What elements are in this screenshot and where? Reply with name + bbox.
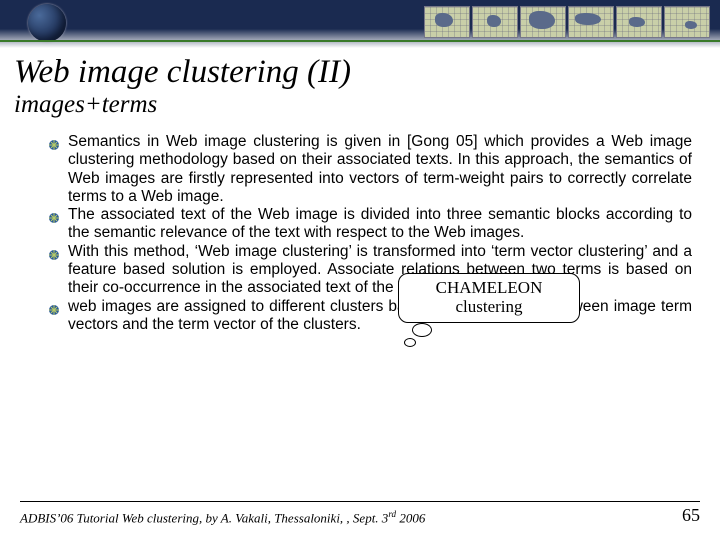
- banner: [0, 0, 720, 48]
- bullet-text: The associated text of the Web image is …: [68, 206, 692, 243]
- bullet-icon: [46, 302, 68, 318]
- slide-title: Web image clustering (II): [14, 54, 720, 91]
- list-item: Semantics in Web image clustering is giv…: [46, 133, 692, 206]
- bullet-icon: [46, 210, 68, 226]
- bullet-icon: [46, 247, 68, 263]
- bullet-list: Semantics in Web image clustering is giv…: [46, 133, 692, 334]
- divider: [0, 40, 720, 42]
- bullet-text: Semantics in Web image clustering is giv…: [68, 133, 692, 206]
- map-icon: [616, 6, 662, 38]
- list-item: With this method, ‘Web image clustering’…: [46, 243, 692, 298]
- bullet-text: web images are assigned to different clu…: [68, 298, 692, 335]
- map-icon: [664, 6, 710, 38]
- list-item: The associated text of the Web image is …: [46, 206, 692, 243]
- footer: ADBIS’06 Tutorial Web clustering, by A. …: [20, 505, 700, 526]
- globe-icon: [28, 4, 66, 42]
- bullet-text: With this method, ‘Web image clustering’…: [68, 243, 692, 298]
- list-item: web images are assigned to different clu…: [46, 298, 692, 335]
- footer-text: ADBIS’06 Tutorial Web clustering, by A. …: [20, 509, 425, 526]
- bullet-icon: [46, 137, 68, 153]
- footer-divider: [20, 501, 700, 502]
- map-icon: [424, 6, 470, 38]
- map-icon: [520, 6, 566, 38]
- map-icon: [568, 6, 614, 38]
- callout-tail-icon: [404, 338, 416, 347]
- page-number: 65: [682, 505, 700, 526]
- map-icon: [472, 6, 518, 38]
- slide-subtitle: images+terms: [14, 91, 720, 119]
- map-strip: [424, 6, 710, 38]
